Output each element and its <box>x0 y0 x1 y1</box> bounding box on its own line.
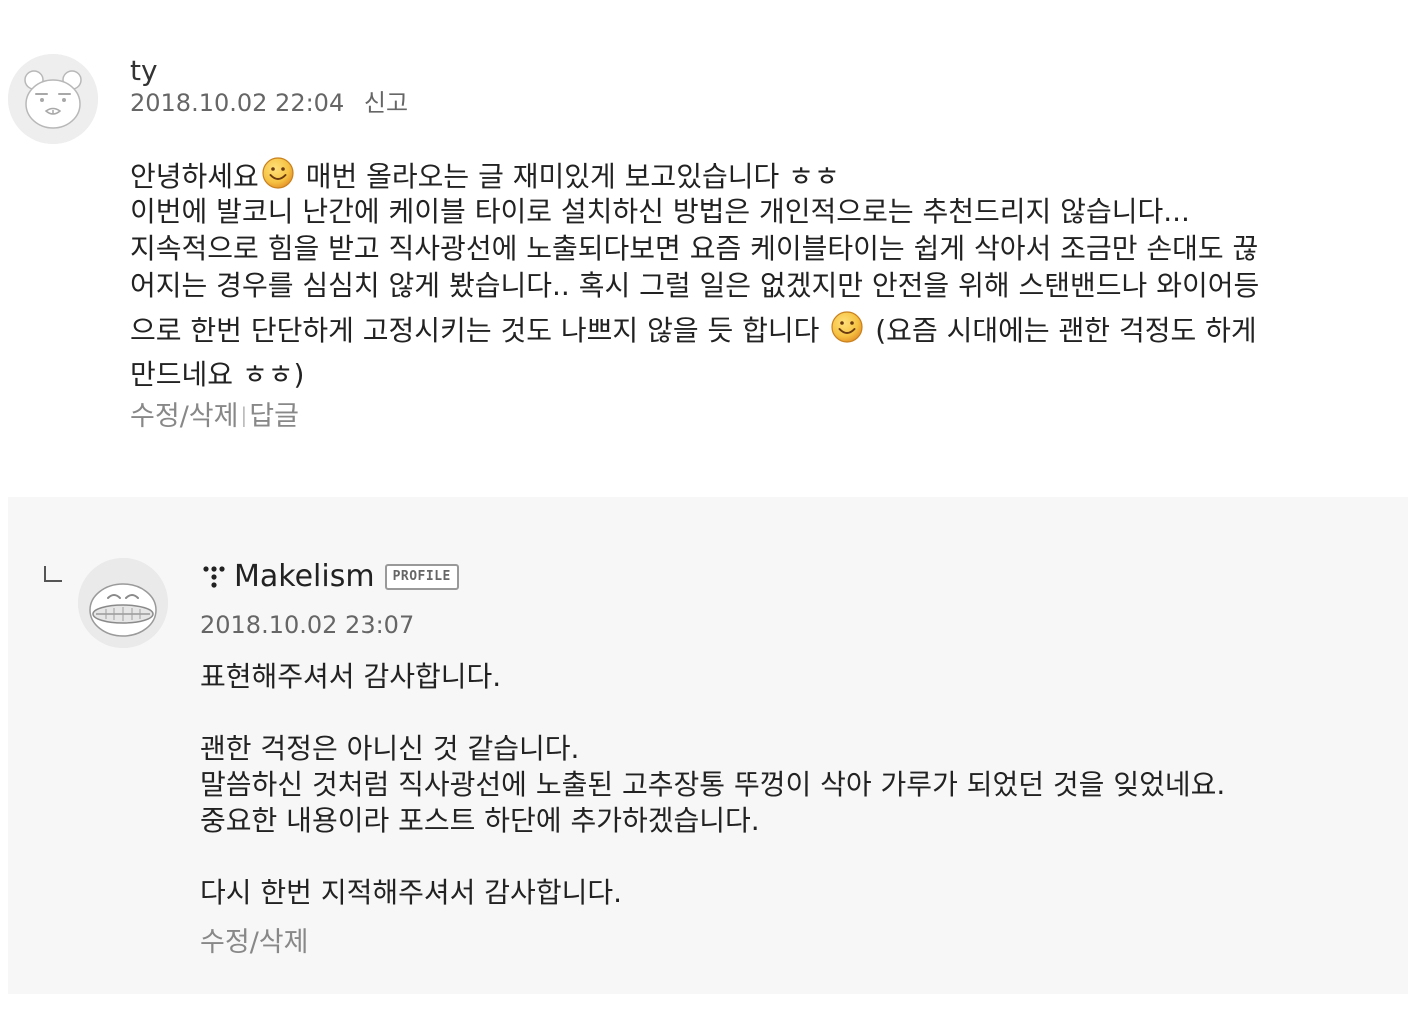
action-slash: / <box>249 927 259 958</box>
delete-button[interactable]: 삭제 <box>259 927 309 958</box>
reply-line: 괜한 걱정은 아니신 것 같습니다. <box>200 732 580 765</box>
comment-meta: 2018.10.02 22:04 신고 <box>130 88 408 118</box>
comment-line: 안녕하세요 매번 올라오는 글 재미있게 보고있습니다 ㅎㅎ <box>130 156 1410 193</box>
smile-emoticon-icon <box>830 310 864 344</box>
comment-line: 만드네요 ㅎㅎ) <box>130 358 305 391</box>
delete-button[interactable]: 삭제 <box>189 401 239 432</box>
reply-line: 다시 한번 지적해주셔서 감사합니다. <box>200 876 623 909</box>
report-button[interactable]: 신고 <box>364 89 408 117</box>
reply-arrow-icon <box>44 566 62 582</box>
comment-thread: ty 2018.10.02 22:04 신고 안녕하세요 매번 올라오는 글 재… <box>0 0 1424 1010</box>
comment-line: 지속적으로 힘을 받고 직사광선에 노출되다보면 요즘 케이블타이는 쉽게 삭아… <box>130 232 1259 265</box>
reply-datetime: 2018.10.02 23:07 <box>200 611 415 639</box>
dots-logo-icon <box>200 562 230 592</box>
reply-button[interactable]: 답글 <box>249 401 299 432</box>
profile-badge-button[interactable]: PROFILE <box>384 564 459 590</box>
reply-line: 중요한 내용이라 포스트 하단에 추가하겠습니다. <box>200 804 760 837</box>
bear-face-avatar-icon[interactable] <box>8 54 98 144</box>
reply-blank-line <box>200 694 1390 730</box>
comment-datetime: 2018.10.02 22:04 <box>130 89 345 117</box>
comment-author[interactable]: ty <box>130 54 158 88</box>
reply-author-name[interactable]: Makelism <box>234 560 375 594</box>
edit-button[interactable]: 수정 <box>130 401 180 432</box>
action-divider: | <box>240 403 248 427</box>
edit-button[interactable]: 수정 <box>200 927 250 958</box>
comment-actions: 수정/삭제 |답글 <box>130 398 299 434</box>
comment-body: 안녕하세요 매번 올라오는 글 재미있게 보고있습니다 ㅎㅎ 이번에 발코니 난… <box>130 156 1410 393</box>
comment-line: 어지는 경우를 심심치 않게 봤습니다.. 혹시 그럴 일은 없겠지만 안전을 … <box>130 269 1260 302</box>
reply-body: 표현해주셔서 감사합니다. 괜한 걱정은 아니신 것 같습니다. 말씀하신 것처… <box>200 658 1390 910</box>
reply-actions: 수정/삭제 <box>200 926 308 960</box>
bird-face-avatar-icon[interactable] <box>78 558 168 648</box>
reply-line: 표현해주셔서 감사합니다. <box>200 660 502 693</box>
reply-line: 말씀하신 것처럼 직사광선에 노출된 고추장통 뚜껑이 삭아 가루가 되었던 것… <box>200 768 1226 801</box>
reply-blank-line <box>200 838 1390 874</box>
comment-line: 이번에 발코니 난간에 케이블 타이로 설치하신 방법은 개인적으로는 추천드리… <box>130 195 1190 228</box>
smile-emoticon-icon <box>261 156 295 190</box>
comment-item: ty 2018.10.02 22:04 신고 안녕하세요 매번 올라오는 글 재… <box>0 0 1424 460</box>
action-slash: / <box>179 401 189 432</box>
reply-author: Makelism PROFILE <box>200 560 459 594</box>
comment-line: 으로 한번 단단하게 고정시키는 것도 나쁘지 않을 듯 합니다 (요즘 시대에… <box>130 304 1410 356</box>
